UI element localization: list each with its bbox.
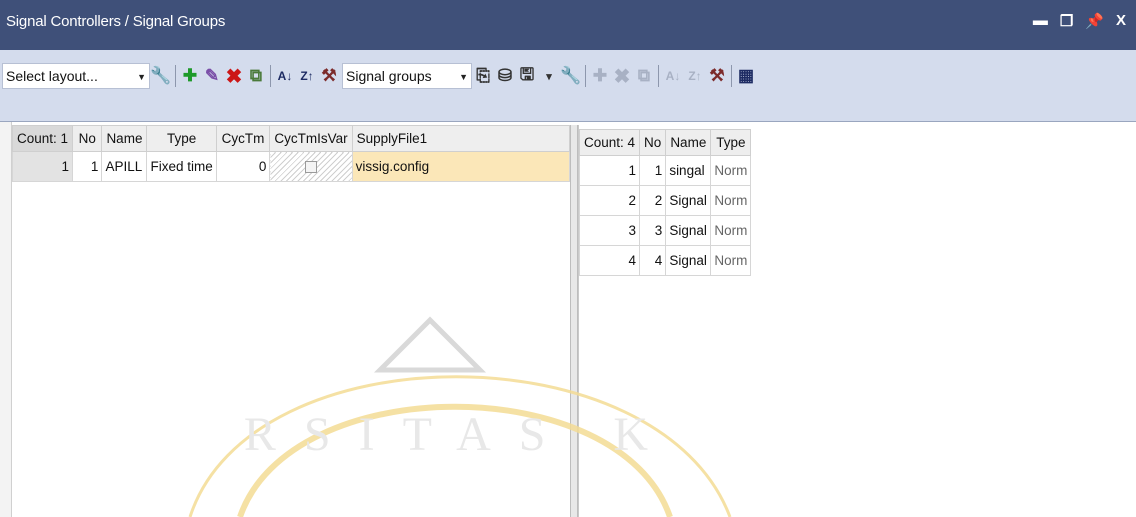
layout-select-value: Select layout... <box>6 68 98 84</box>
toolbar-divider <box>270 65 271 87</box>
list-select-value: Signal groups <box>346 68 432 84</box>
cell-type[interactable]: Norm <box>710 245 752 276</box>
toolbar-divider <box>585 65 586 87</box>
cell-no[interactable]: 3 <box>639 215 667 246</box>
cell-no[interactable]: 1 <box>639 155 667 186</box>
pin-icon[interactable]: 📌 <box>1085 12 1104 30</box>
list-select[interactable]: Signal groups ▼ <box>342 63 472 89</box>
minimize-icon[interactable]: ▬ <box>1033 12 1048 30</box>
delete-icon[interactable]: ✖ <box>223 64 245 88</box>
grid-add-icon[interactable]: ▦ <box>735 64 757 88</box>
row-index: 4 <box>578 245 641 276</box>
cell-type[interactable]: Norm <box>710 215 752 246</box>
overflow-icon[interactable]: ▾ <box>538 64 560 88</box>
cell-no[interactable]: 2 <box>639 185 667 216</box>
column-header-type[interactable]: Type <box>710 129 752 156</box>
row-index: 1 <box>578 155 641 186</box>
sort-asc-icon[interactable]: A↓ <box>274 64 296 88</box>
toolbar-divider <box>175 65 176 87</box>
cell-name[interactable]: singal <box>665 155 712 186</box>
save-icon[interactable]: 🖫 <box>516 64 538 88</box>
column-header-name[interactable]: Name <box>665 129 712 156</box>
column-header-type[interactable]: Type <box>146 125 217 152</box>
table-row[interactable]: 2 2 Signal Norm <box>578 185 752 216</box>
window-title: Signal Controllers / Signal Groups <box>6 13 226 30</box>
toolbar: Select layout... ▼ 🔧 ✚ ✎ ✖ ⧉ A↓ Z↑ ⚒ Sig… <box>0 50 1136 122</box>
add-icon[interactable]: ✚ <box>179 64 201 88</box>
signal-groups-grid: Count: 4 No Name Type 1 1 singal Norm 2 … <box>578 125 1136 517</box>
sort-desc-icon[interactable]: Z↑ <box>684 64 706 88</box>
cell-supplyfile1[interactable]: vissig.config <box>351 151 571 182</box>
clear-sort-icon[interactable]: ⚒ <box>706 64 728 88</box>
restore-icon[interactable]: ❐ <box>1060 12 1073 30</box>
duplicate-icon[interactable]: ⧉ <box>245 64 267 88</box>
add-icon[interactable]: ✚ <box>589 64 611 88</box>
column-header-count[interactable]: Count: 4 <box>578 129 641 156</box>
cell-name[interactable]: Signal <box>665 245 712 276</box>
table-row[interactable]: 1 1 singal Norm <box>578 155 752 186</box>
toolbar-left: Select layout... ▼ 🔧 ✚ ✎ ✖ ⧉ A↓ Z↑ ⚒ Sig… <box>2 62 757 90</box>
wrench-icon[interactable]: 🔧 <box>150 64 172 88</box>
column-header-no[interactable]: No <box>72 125 103 152</box>
column-header-name[interactable]: Name <box>101 125 148 152</box>
database-icon[interactable]: ⛁ <box>494 64 516 88</box>
cell-name[interactable]: Signal <box>665 215 712 246</box>
column-header-cyctm[interactable]: CycTm <box>215 125 271 152</box>
pane-splitter[interactable] <box>570 125 578 517</box>
close-icon[interactable]: X <box>1116 12 1126 30</box>
column-header-cyctmisvar[interactable]: CycTmIsVar <box>269 125 353 152</box>
row-index: 3 <box>578 215 641 246</box>
signal-controllers-grid: Count: 1 No Name Type CycTm CycTmIsVar S… <box>11 125 571 517</box>
row-index: 1 <box>11 151 74 182</box>
cell-type[interactable]: Norm <box>710 185 752 216</box>
toolbar-divider <box>658 65 659 87</box>
column-header-no[interactable]: No <box>639 129 667 156</box>
edit-icon[interactable]: ✎ <box>201 64 223 88</box>
table-row[interactable]: 4 4 Signal Norm <box>578 245 752 276</box>
table-header-row: Count: 1 No Name Type CycTm CycTmIsVar S… <box>11 125 571 152</box>
table-header-row: Count: 4 No Name Type <box>578 129 752 156</box>
cell-type[interactable]: Fixed time <box>146 151 217 182</box>
duplicate-icon[interactable]: ⧉ <box>633 64 655 88</box>
chevron-down-icon: ▼ <box>137 72 146 82</box>
delete-icon[interactable]: ✖ <box>611 64 633 88</box>
table-row[interactable]: 3 3 Signal Norm <box>578 215 752 246</box>
chevron-down-icon: ▼ <box>459 72 468 82</box>
table-row[interactable]: 1 1 APILL Fixed time 0 vissig.config <box>11 151 571 182</box>
column-header-supplyfile1[interactable]: SupplyFile1 <box>351 125 571 152</box>
window-controls: ▬ ❐ 📌 X <box>1033 12 1126 30</box>
cell-name[interactable]: Signal <box>665 185 712 216</box>
layout-select[interactable]: Select layout... ▼ <box>2 63 150 89</box>
clear-sort-icon[interactable]: ⚒ <box>318 64 340 88</box>
window-titlebar: Signal Controllers / Signal Groups ▬ ❐ 📌… <box>0 0 1136 50</box>
copy-icon[interactable]: ⎘ <box>472 64 494 88</box>
checkbox <box>304 161 317 174</box>
pane-edge <box>0 122 12 517</box>
cell-type[interactable]: Norm <box>710 155 752 186</box>
row-index: 2 <box>578 185 641 216</box>
sort-asc-icon[interactable]: A↓ <box>662 64 684 88</box>
sort-desc-icon[interactable]: Z↑ <box>296 64 318 88</box>
cell-cyctm[interactable]: 0 <box>215 151 271 182</box>
signal-groups-table: Count: 4 No Name Type 1 1 singal Norm 2 … <box>578 129 752 276</box>
signal-controllers-table: Count: 1 No Name Type CycTm CycTmIsVar S… <box>11 125 571 182</box>
cell-no[interactable]: 1 <box>72 151 103 182</box>
column-header-count[interactable]: Count: 1 <box>11 125 74 152</box>
cell-name[interactable]: APILL <box>101 151 148 182</box>
cell-no[interactable]: 4 <box>639 245 667 276</box>
cell-cyctmisvar <box>269 151 353 182</box>
toolbar-divider <box>731 65 732 87</box>
wrench-icon[interactable]: 🔧 <box>560 64 582 88</box>
